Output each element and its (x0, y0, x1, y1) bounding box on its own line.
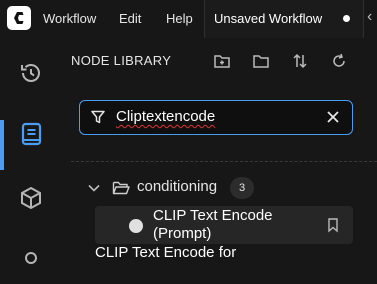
close-icon[interactable] (325, 109, 341, 125)
top-bar: Workflow Edit Help Unsaved Workflow ‹ (0, 0, 377, 39)
tree-folder-conditioning[interactable]: conditioning 3 (84, 177, 364, 199)
tab-overflow-icon[interactable]: ‹ (367, 8, 372, 26)
search-input[interactable]: Cliptextencode (116, 108, 215, 125)
menu-edit[interactable]: Edit (119, 11, 141, 26)
folder-open-icon (112, 181, 130, 195)
refresh-icon[interactable] (330, 52, 348, 70)
node-item-clip-text-encode-prompt[interactable]: CLIP Text Encode (Prompt) (95, 206, 353, 244)
node-library-panel: NODE LIBRARY Cliptextencode conditioning… (62, 38, 377, 257)
panel-title: NODE LIBRARY (71, 53, 172, 68)
unsaved-indicator-icon (343, 15, 350, 22)
chevron-down-icon[interactable] (87, 181, 101, 195)
bookmark-icon[interactable] (326, 217, 340, 233)
node-label: CLIP Text Encode (Prompt) (153, 207, 273, 242)
workflow-icon (25, 252, 37, 264)
filter-icon[interactable] (90, 109, 106, 125)
node-bullet-icon (129, 219, 143, 233)
menu-help[interactable]: Help (166, 11, 193, 26)
tab-unsaved-workflow[interactable]: Unsaved Workflow (204, 0, 364, 38)
comfy-logo-icon (14, 12, 24, 24)
menu-workflow[interactable]: Workflow (43, 11, 96, 26)
sort-icon[interactable] (291, 52, 309, 70)
model-library-icon (21, 186, 41, 210)
folder-count-badge: 3 (230, 177, 254, 199)
search-box[interactable]: Cliptextencode (79, 100, 353, 135)
divider (71, 161, 377, 162)
node-item-clip-text-encode-for[interactable]: CLIP Text Encode for (95, 244, 236, 261)
folder-icon[interactable] (252, 52, 270, 70)
sidebar-workflows-button[interactable] (14, 245, 48, 279)
history-icon (21, 64, 40, 82)
sidebar (0, 38, 63, 264)
tab-label: Unsaved Workflow (214, 11, 323, 26)
app-logo[interactable] (7, 6, 31, 30)
sidebar-model-library-button[interactable] (14, 181, 48, 215)
sidebar-node-library-button[interactable] (14, 116, 48, 150)
new-folder-icon[interactable] (213, 52, 231, 70)
node-library-icon (21, 122, 42, 146)
sidebar-active-indicator (0, 120, 4, 170)
sidebar-history-button[interactable] (14, 56, 48, 90)
folder-label: conditioning (137, 178, 218, 195)
